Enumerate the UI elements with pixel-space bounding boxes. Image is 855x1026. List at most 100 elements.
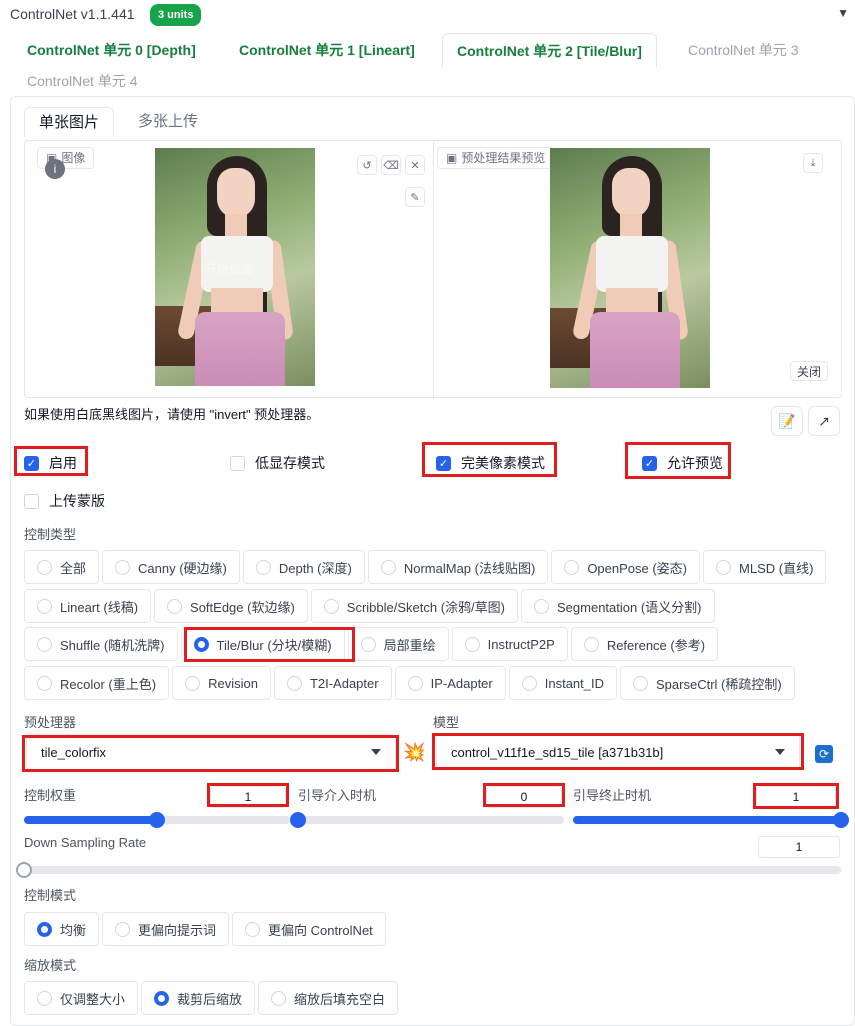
control-mode-option[interactable]: 更偏向 ControlNet [232,912,386,946]
highlight-box [432,733,804,770]
weight-slider-fill [24,816,157,824]
radio-circle[interactable] [37,636,52,652]
tab-unit-4[interactable]: ControlNet 单元 4 [27,64,137,98]
control-type-option[interactable]: IP-Adapter [394,666,506,700]
radio-circle[interactable] [37,990,52,1006]
highlight-box [14,446,88,476]
panel-title: ControlNet v1.1.441 [10,6,135,22]
control-mode-option[interactable]: 更偏向提示词 [102,912,230,946]
resize-mode-option[interactable]: 仅调整大小 [24,981,139,1015]
collapse-triangle-icon[interactable]: ▼ [837,6,849,20]
radio-circle[interactable] [167,598,183,614]
option-label: NormalMap (法线贴图) [403,560,536,576]
low-vram-checkbox[interactable]: 低显存模式 [230,453,325,473]
tab-unit-2[interactable]: ControlNet 单元 2 [Tile/Blur] [442,33,657,67]
radio-circle[interactable] [716,559,732,575]
radio-circle[interactable] [115,921,131,937]
option-label: 全部 [60,560,87,576]
end-slider[interactable] [573,812,849,828]
radio-circle[interactable] [464,636,480,652]
upload-mask-checkbox[interactable]: 上传蒙版 [24,491,105,511]
control-type-option[interactable]: MLSD (直线) [703,550,827,584]
radio-circle[interactable] [271,990,287,1006]
radio-circle[interactable] [286,675,302,691]
run-preprocessor-icon[interactable]: 💥 [403,742,425,763]
preview-image-panel: ▣ 预处理结果预览 ⤓ 关闭 [433,141,841,397]
control-mode-option-selected[interactable]: 均衡 [24,912,100,946]
resize-mode-option-selected[interactable]: 裁剪后缩放 [141,981,256,1015]
resize-mode-group: 仅调整大小 裁剪后缩放 缩放后填充空白 [24,981,399,1015]
control-type-option[interactable]: Segmentation (语义分割) [521,589,715,623]
radio-circle[interactable] [245,921,261,937]
control-type-option[interactable]: SoftEdge (软边缘) [154,589,308,623]
send-arrow-icon[interactable]: ↗ [808,406,840,436]
radio-circle-selected[interactable] [37,921,52,937]
weight-slider[interactable] [24,812,290,828]
end-slider-knob[interactable] [833,812,849,828]
end-label: 引导终止时机 [573,788,652,803]
rotate-icon[interactable]: ↺ [357,155,377,175]
control-type-option[interactable]: T2I-Adapter [273,666,392,700]
radio-circle[interactable] [255,559,271,575]
control-type-option[interactable]: OpenPose (姿态) [551,550,701,584]
control-type-option[interactable]: Revision [172,666,271,700]
refresh-icon[interactable]: ⟳ [815,745,833,763]
radio-circle[interactable] [37,598,52,614]
close-preview-button[interactable]: 关闭 [790,361,829,381]
control-type-option[interactable]: NormalMap (法线贴图) [367,550,549,584]
resize-mode-option[interactable]: 缩放后填充空白 [258,981,399,1015]
radio-circle[interactable] [407,675,423,691]
control-type-option[interactable]: Scribble/Sketch (涂鸦/草图) [310,589,518,623]
down-sampling-knob[interactable] [16,862,32,878]
control-type-option[interactable]: Recolor (重上色) [24,666,170,700]
radio-circle[interactable] [583,636,599,652]
radio-circle[interactable] [633,675,649,691]
download-icon[interactable]: ⤓ [803,153,823,173]
tab-unit-3[interactable]: ControlNet 单元 3 [688,33,798,67]
control-type-option[interactable]: Lineart (线稿) [24,589,152,623]
radio-circle[interactable] [115,559,131,575]
control-type-option[interactable]: InstructP2P [451,627,568,661]
control-type-option[interactable]: 局部重绘 [347,627,449,661]
weight-slider-knob[interactable] [149,812,165,828]
radio-circle[interactable] [380,559,396,575]
control-type-option[interactable]: 全部 [24,550,100,584]
control-type-option[interactable]: Reference (参考) [570,627,719,661]
tab-unit-1[interactable]: ControlNet 单元 1 [Lineart] [239,33,415,67]
tab-batch-upload[interactable]: 多张上传 [124,107,212,137]
control-type-option[interactable]: Instant_ID [508,666,618,700]
control-type-option[interactable]: Canny (硬边缘) [102,550,240,584]
control-type-option[interactable]: Shuffle (随机洗牌) [24,627,178,661]
radio-circle[interactable] [564,559,580,575]
brush-icon[interactable]: ✎ [405,187,425,207]
close-icon[interactable]: ✕ [405,155,425,175]
tab-single-image[interactable]: 单张图片 [24,107,115,137]
start-slider-knob[interactable] [290,812,306,828]
down-sampling-input[interactable]: 1 [758,836,840,858]
radio-circle[interactable] [323,598,339,614]
radio-circle[interactable] [37,559,52,575]
tab-unit-0[interactable]: ControlNet 单元 0 [Depth] [27,33,196,67]
edit-note-icon[interactable]: 📝 [771,406,803,436]
control-type-option[interactable]: SparseCtrl (稀疏控制) [620,666,795,700]
option-label: Depth (深度) [278,560,352,576]
checkbox-box[interactable] [230,455,245,471]
option-label: Recolor (重上色) [60,676,157,692]
option-label: Revision [208,675,258,691]
eraser-icon[interactable]: ⌫ [381,155,401,175]
control-type-option[interactable]: Depth (深度) [242,550,365,584]
radio-circle[interactable] [185,675,201,691]
option-label: Reference (参考) [606,637,706,653]
preview-photo [550,148,710,388]
checkbox-box[interactable] [24,493,39,509]
radio-circle-selected[interactable] [154,990,170,1006]
model-label: 模型 [433,715,460,730]
radio-circle[interactable] [521,675,537,691]
invert-note: 如果使用白底黑线图片，请使用 "invert" 预处理器。 [24,407,320,422]
start-slider[interactable] [290,812,564,828]
input-image-panel[interactable]: ▣ 图像 i 开始绘画 ↺ ⌫ ✕ ✎ [25,141,433,397]
down-sampling-slider[interactable] [16,862,841,878]
radio-circle[interactable] [360,636,376,652]
radio-circle[interactable] [534,598,549,614]
radio-circle[interactable] [37,675,52,691]
